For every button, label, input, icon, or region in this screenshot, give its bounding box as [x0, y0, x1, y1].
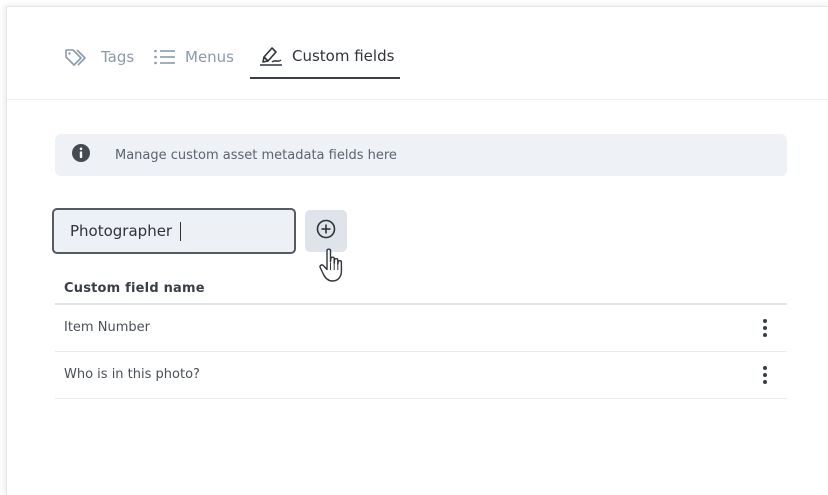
- tab-tags[interactable]: Tags: [63, 35, 134, 79]
- field-name: Item Number: [64, 320, 150, 335]
- tab-tags-label: Tags: [101, 48, 135, 66]
- info-text: Manage custom asset metadata fields here: [115, 147, 397, 163]
- tab-custom-fields-label: Custom fields: [292, 47, 395, 65]
- add-field-button[interactable]: [305, 210, 347, 252]
- tab-menus[interactable]: Menus: [153, 35, 234, 79]
- table-row: Item Number: [55, 305, 787, 352]
- signature-icon: [258, 45, 284, 67]
- tab-bar: Tags Menus Custom fields: [7, 7, 828, 100]
- info-banner: Manage custom asset metadata fields here: [55, 134, 787, 176]
- table-row: Who is in this photo?: [55, 352, 787, 399]
- custom-fields-panel: Tags Menus Custom fields Manage custom a…: [6, 6, 828, 495]
- more-options-icon[interactable]: [761, 364, 769, 386]
- list-icon: [153, 47, 177, 67]
- plus-circle-icon: [316, 219, 336, 243]
- tab-custom-fields[interactable]: Custom fields: [250, 35, 401, 79]
- field-name: Who is in this photo?: [64, 367, 200, 382]
- column-header: Custom field name: [55, 273, 787, 305]
- tag-icon: [63, 46, 93, 68]
- text-caret: [180, 222, 181, 241]
- tab-menus-label: Menus: [185, 48, 234, 66]
- custom-field-name-input[interactable]: [52, 208, 296, 254]
- column-header-label: Custom field name: [64, 281, 205, 296]
- more-options-icon[interactable]: [761, 317, 769, 339]
- info-icon: [71, 143, 91, 167]
